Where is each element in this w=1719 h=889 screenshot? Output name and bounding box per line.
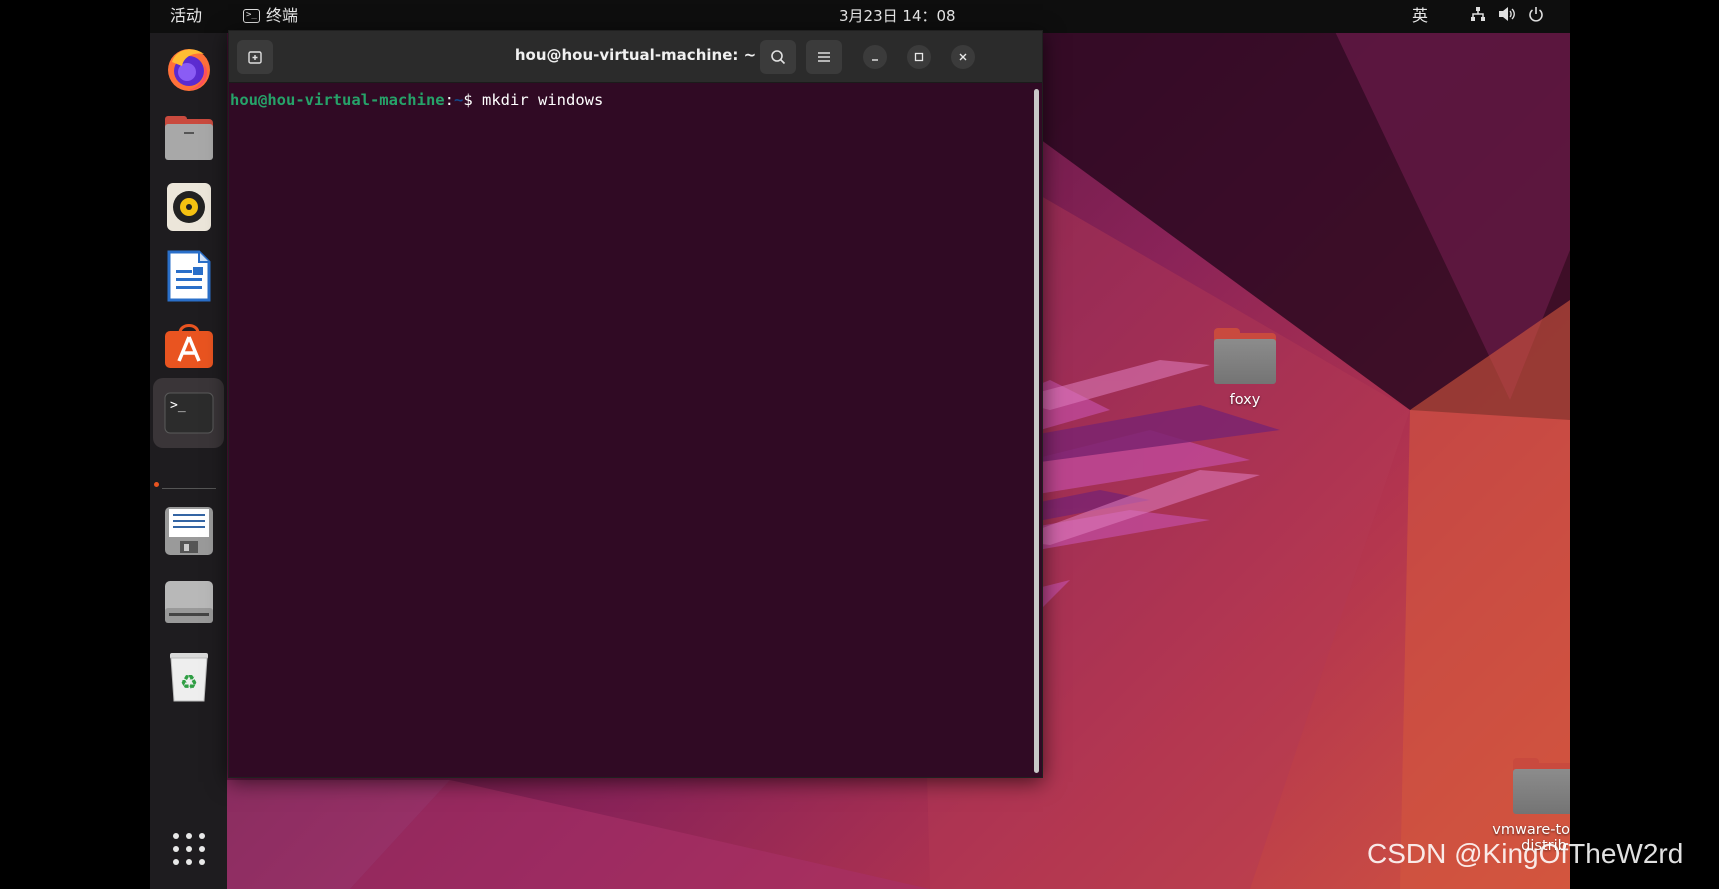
terminal-scrollbar[interactable] <box>1034 89 1039 773</box>
power-icon[interactable] <box>1528 6 1544 22</box>
search-icon <box>771 50 786 65</box>
search-button[interactable] <box>760 40 796 74</box>
grid-icon <box>173 833 205 865</box>
dock-item-trash[interactable]: ♻ <box>163 651 215 703</box>
terminal-line: hou@hou-virtual-machine:~$ mkdir windows <box>230 91 1042 109</box>
writer-icon <box>167 250 211 302</box>
ubuntu-screen: 活动 >_ 终端 3月23日 14：08 英 >_ ♻ hou@hou-virt… <box>150 0 1570 889</box>
terminal-output[interactable]: hou@hou-virtual-machine:~$ mkdir windows <box>229 83 1042 779</box>
dock-item-drive[interactable] <box>163 576 215 628</box>
volume-icon[interactable] <box>1498 6 1516 22</box>
svg-text:>_: >_ <box>170 398 186 413</box>
drive-icon <box>165 581 213 623</box>
close-icon <box>959 53 967 61</box>
software-icon <box>165 324 213 368</box>
terminal-icon: >_ <box>164 392 213 434</box>
desktop-icon-label-line1: vmware-tools- <box>1492 822 1570 838</box>
desktop-folder-foxy[interactable]: foxy <box>1190 328 1300 408</box>
desktop-icon-label: foxy <box>1229 392 1261 408</box>
dock-separator <box>162 488 216 489</box>
app-menu-label: 终端 <box>266 6 299 25</box>
dock-item-terminal[interactable]: >_ <box>153 378 224 448</box>
minimize-icon <box>872 59 878 61</box>
activities-button[interactable]: 活动 <box>170 6 202 26</box>
prompt-symbol: $ <box>463 91 482 109</box>
dock: >_ ♻ <box>150 33 227 889</box>
dock-item-files[interactable] <box>163 112 215 164</box>
prompt-path: ~ <box>453 91 464 109</box>
maximize-icon <box>914 52 924 62</box>
dock-item-writer[interactable] <box>163 250 215 302</box>
folder-icon <box>1214 328 1276 384</box>
rhythmbox-icon <box>167 183 211 231</box>
clock[interactable]: 3月23日 14：08 <box>839 6 956 26</box>
terminal-headerbar[interactable]: hou@hou-virtual-machine: ~ <box>229 31 1042 83</box>
close-button[interactable] <box>951 45 975 69</box>
show-apps-button[interactable] <box>163 823 215 875</box>
dock-item-software[interactable] <box>163 319 215 371</box>
csdn-watermark: CSDN @KingOfTheW2rd <box>1367 838 1684 869</box>
system-tray[interactable] <box>1470 6 1544 22</box>
input-method-indicator[interactable]: 英 <box>1412 6 1428 26</box>
svg-text:♻: ♻ <box>180 670 198 694</box>
firefox-icon <box>168 49 210 91</box>
terminal-window[interactable]: hou@hou-virtual-machine: ~ hou@hou-virtu… <box>228 30 1043 778</box>
maximize-button[interactable] <box>907 45 931 69</box>
menu-button[interactable] <box>806 40 842 74</box>
hamburger-menu-icon <box>818 52 830 62</box>
text-editor-icon <box>165 507 213 555</box>
minimize-button[interactable] <box>863 45 887 69</box>
command-text: mkdir windows <box>482 91 604 109</box>
top-bar: 活动 >_ 终端 3月23日 14：08 英 <box>150 0 1570 33</box>
running-indicator <box>154 482 159 487</box>
prompt-user: hou@hou-virtual-machine <box>230 91 445 109</box>
dock-item-text-editor[interactable] <box>163 505 215 557</box>
dock-item-firefox[interactable] <box>163 43 215 95</box>
terminal-icon: >_ <box>243 9 260 23</box>
network-icon[interactable] <box>1470 6 1486 22</box>
dock-item-rhythmbox[interactable] <box>163 181 215 233</box>
folder-icon <box>1513 758 1570 814</box>
trash-icon: ♻ <box>170 653 208 702</box>
app-menu[interactable]: >_ 终端 <box>243 6 298 26</box>
prompt-separator: : <box>444 91 454 109</box>
files-icon <box>165 116 213 160</box>
